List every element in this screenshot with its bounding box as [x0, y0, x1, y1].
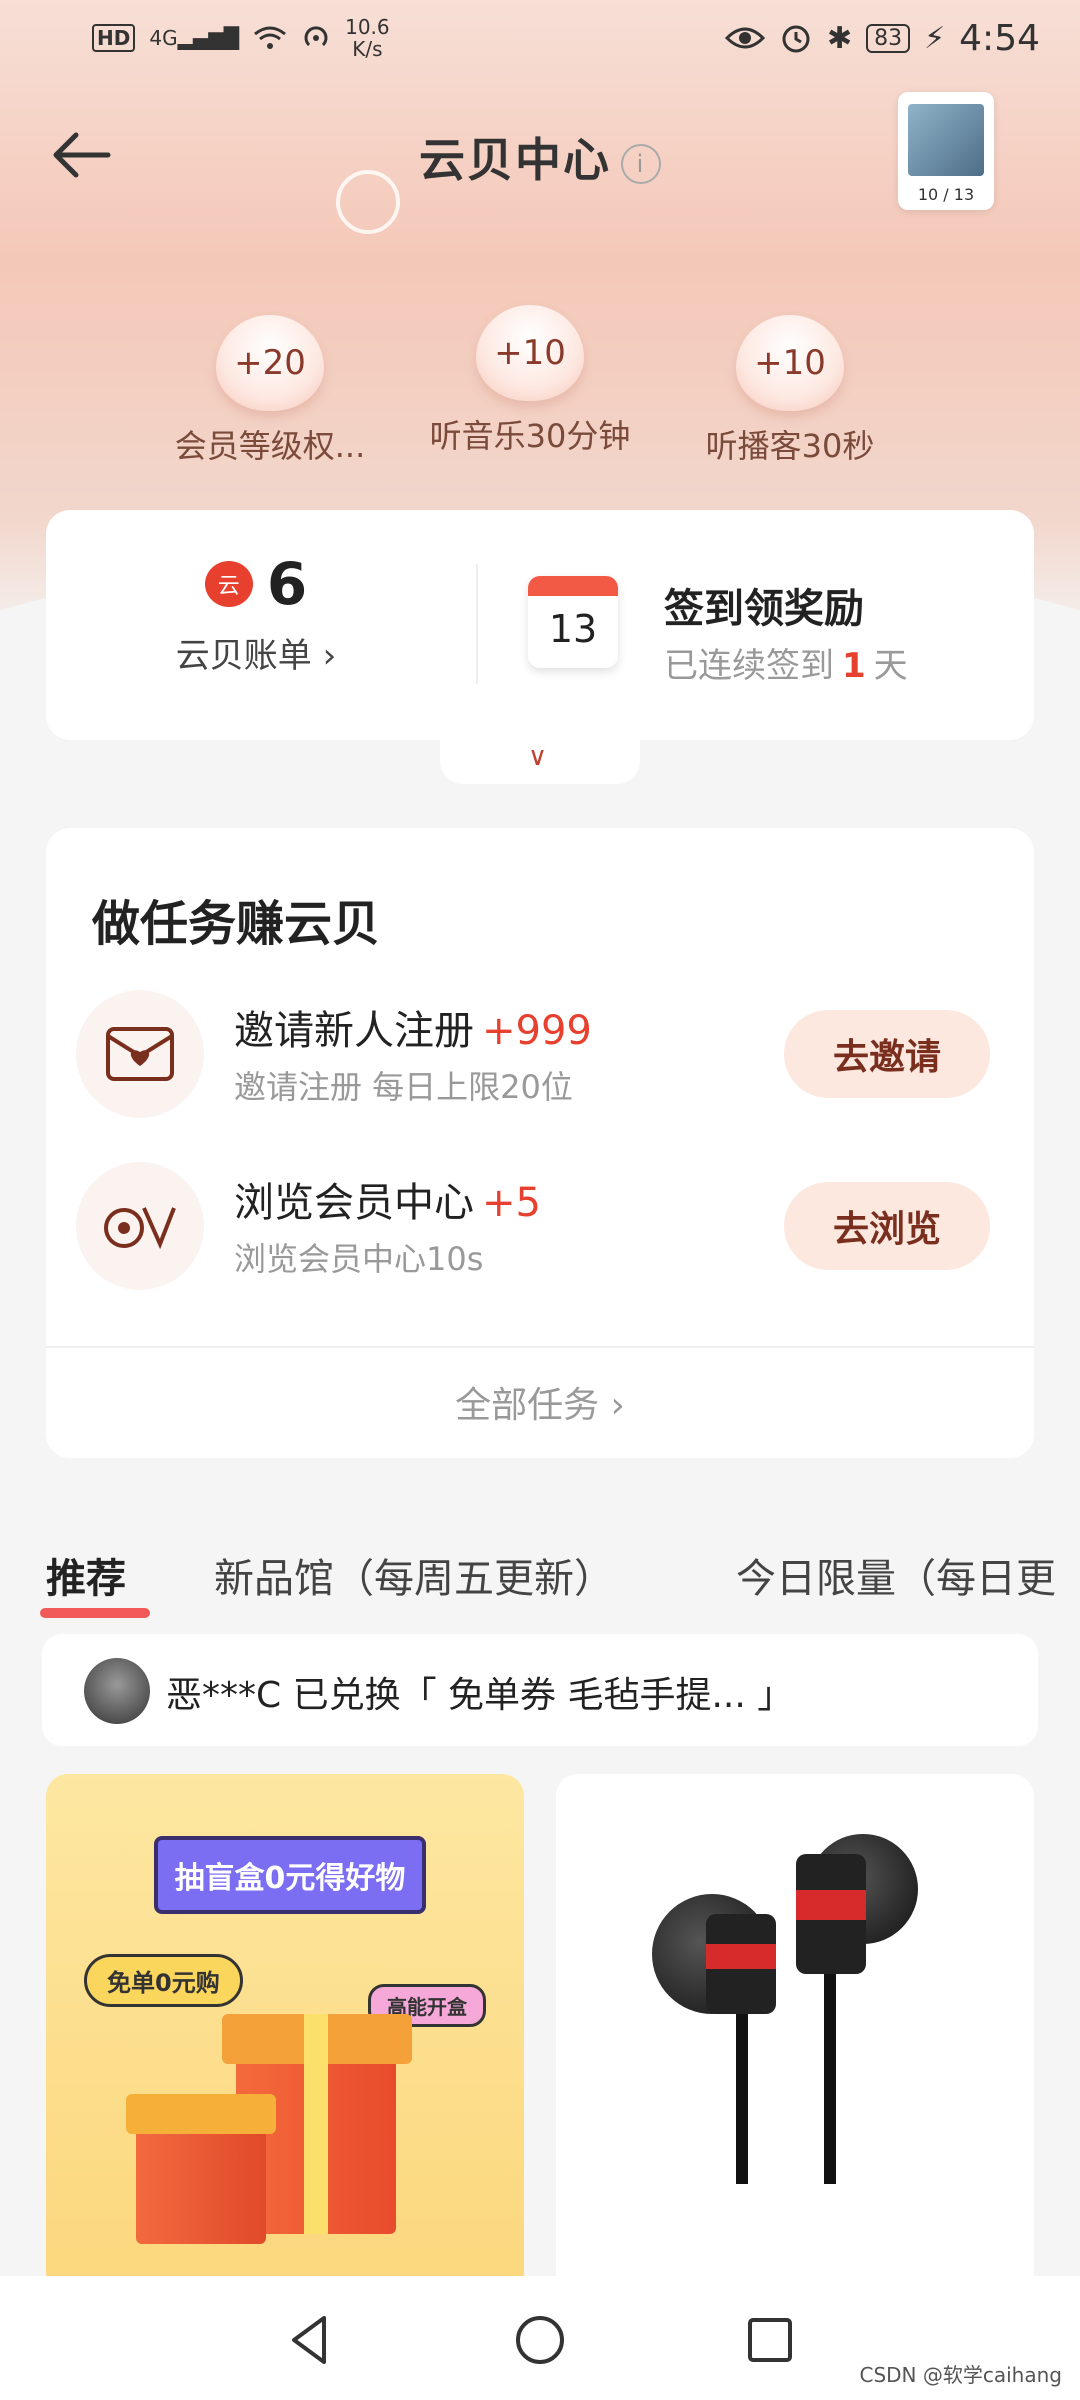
task-desc: 浏览会员中心10s — [234, 1240, 484, 1278]
reward-value: +10 — [754, 343, 826, 383]
speed-unit: K/s — [352, 37, 383, 61]
earphone-cable — [824, 1974, 836, 2184]
task-desc: 邀请注册 每日上限20位 — [234, 1068, 573, 1106]
tab-new-arrivals[interactable]: 新品馆（每周五更新） — [214, 1546, 614, 1604]
summary-card: 云 6 云贝账单 › 13 签到领奖励 已连续签到 1 天 — [46, 510, 1034, 740]
gift-ribbon — [304, 2014, 328, 2234]
wifi-icon — [254, 26, 287, 49]
reward-badges: +20 会员等级权... +10 听音乐30分钟 +10 听播客30秒 — [150, 305, 910, 475]
divider — [46, 1346, 1034, 1348]
page-title-text: 云贝中心 — [419, 133, 611, 187]
battery-indicator: 83 — [866, 23, 911, 53]
earphone-body — [796, 1854, 866, 1974]
chevron-down-icon: ∨ — [528, 742, 548, 772]
ticker-text: 恶***C 已兑换「 免单券 毛毡手提... 」 — [166, 1675, 794, 1716]
calendar-day: 13 — [548, 607, 598, 651]
all-tasks-link[interactable]: 全部任务 › — [46, 1376, 1034, 1428]
cloud-coin-icon: 云 — [204, 561, 253, 607]
category-tabs: 推荐 新品馆（每周五更新） 今日限量（每日更 — [0, 1538, 1080, 1618]
status-right: ✱ 83 ⚡ 4:54 — [724, 17, 1040, 59]
reward-badge[interactable]: +20 会员等级权... — [150, 315, 390, 467]
album-cover — [908, 104, 984, 176]
clock: 4:54 — [959, 17, 1040, 59]
back-triangle-icon[interactable] — [280, 2310, 340, 2370]
reward-value: +10 — [494, 333, 566, 373]
blindbox-banner-title: 抽盲盒0元得好物 — [154, 1836, 426, 1914]
checkin-days: 1 — [842, 646, 866, 686]
product-card-blindbox[interactable]: 抽盲盒0元得好物 免单0元购 高能开盒 — [46, 1774, 524, 2294]
gift-box-small-lid — [126, 2094, 276, 2134]
reward-heart-icon: +20 — [216, 315, 324, 411]
tab-recommend[interactable]: 推荐 — [40, 1546, 150, 1618]
checkin-streak: 已连续签到 1 天 — [664, 638, 908, 687]
reward-label: 听播客30秒 — [705, 427, 875, 465]
speed-value: 10.6 — [345, 15, 390, 39]
watermark: CSDN @软学caihang — [859, 2363, 1063, 2387]
reward-badge[interactable]: +10 听音乐30分钟 — [410, 305, 650, 457]
status-bar: HD 4G▂▄▆█ 10.6 K/s ✱ 83 ⚡ 4:54 — [0, 0, 1080, 76]
checkin-prefix: 已连续签到 — [664, 646, 834, 686]
system-nav-bar: CSDN @软学caihang — [0, 2276, 1080, 2400]
reward-badge[interactable]: +10 听播客30秒 — [670, 315, 910, 467]
home-circle-icon[interactable] — [510, 2310, 570, 2370]
signal-icon: 4G▂▄▆█ — [149, 26, 240, 50]
album-card[interactable]: 10 / 13 — [898, 92, 994, 210]
envelope-heart-icon — [76, 990, 204, 1118]
invite-button[interactable]: 去邀请 — [784, 1010, 990, 1098]
product-card-earphone[interactable] — [556, 1774, 1034, 2294]
task-name: 浏览会员中心 +5 — [234, 1180, 541, 1226]
task-name: 邀请新人注册 +999 — [234, 1008, 592, 1054]
tab-daily-limited[interactable]: 今日限量（每日更 — [736, 1546, 1056, 1604]
coin-balance-block[interactable]: 云 6 云贝账单 › — [46, 550, 466, 677]
reward-heart-icon: +10 — [736, 315, 844, 411]
checkin-title[interactable]: 签到领奖励 — [664, 576, 864, 634]
task-item: 邀请新人注册 +999 邀请注册 每日上限20位 去邀请 — [76, 990, 1006, 1120]
charging-icon: ⚡ — [924, 20, 946, 56]
reward-label: 会员等级权... — [174, 427, 366, 465]
hotspot-icon — [304, 26, 328, 47]
bluetooth-icon: ✱ — [826, 20, 853, 56]
divider — [476, 564, 478, 684]
earphone-cable — [736, 2014, 748, 2184]
network-speed: 10.6 K/s — [345, 16, 390, 60]
task-bonus: +5 — [482, 1180, 541, 1226]
vip-logo-icon — [76, 1162, 204, 1290]
tasks-card: 做任务赚云贝 邀请新人注册 +999 邀请注册 每日上限20位 去邀请 浏览会员中… — [46, 828, 1034, 1458]
task-bonus: +999 — [482, 1008, 592, 1054]
album-count: 10 / 13 — [917, 185, 975, 204]
reward-label: 听音乐30分钟 — [429, 417, 631, 455]
recents-square-icon[interactable] — [740, 2310, 800, 2370]
alarm-icon — [782, 25, 810, 53]
checkin-suffix: 天 — [873, 646, 908, 686]
status-left: HD 4G▂▄▆█ 10.6 K/s — [92, 16, 390, 60]
coin-bill-link[interactable]: 云贝账单 › — [46, 628, 466, 677]
hd-icon: HD — [92, 24, 136, 52]
reward-value: +20 — [234, 343, 306, 383]
blindbox-tag-free: 免单0元购 — [84, 1954, 243, 2007]
earphone-body — [706, 1914, 776, 2014]
tasks-title: 做任务赚云贝 — [92, 896, 381, 952]
browse-button[interactable]: 去浏览 — [784, 1182, 990, 1270]
task-item: 浏览会员中心 +5 浏览会员中心10s 去浏览 — [76, 1162, 1006, 1292]
reward-heart-icon: +10 — [476, 305, 584, 401]
eye-icon — [724, 27, 765, 49]
info-icon[interactable]: i — [621, 143, 661, 184]
tab-active-indicator — [40, 1608, 150, 1618]
redeem-ticker[interactable]: 恶***C 已兑换「 免单券 毛毡手提... 」 — [42, 1634, 1038, 1746]
coin-balance: 6 — [266, 550, 308, 618]
avatar — [84, 1658, 150, 1724]
calendar-icon: 13 — [528, 576, 618, 668]
